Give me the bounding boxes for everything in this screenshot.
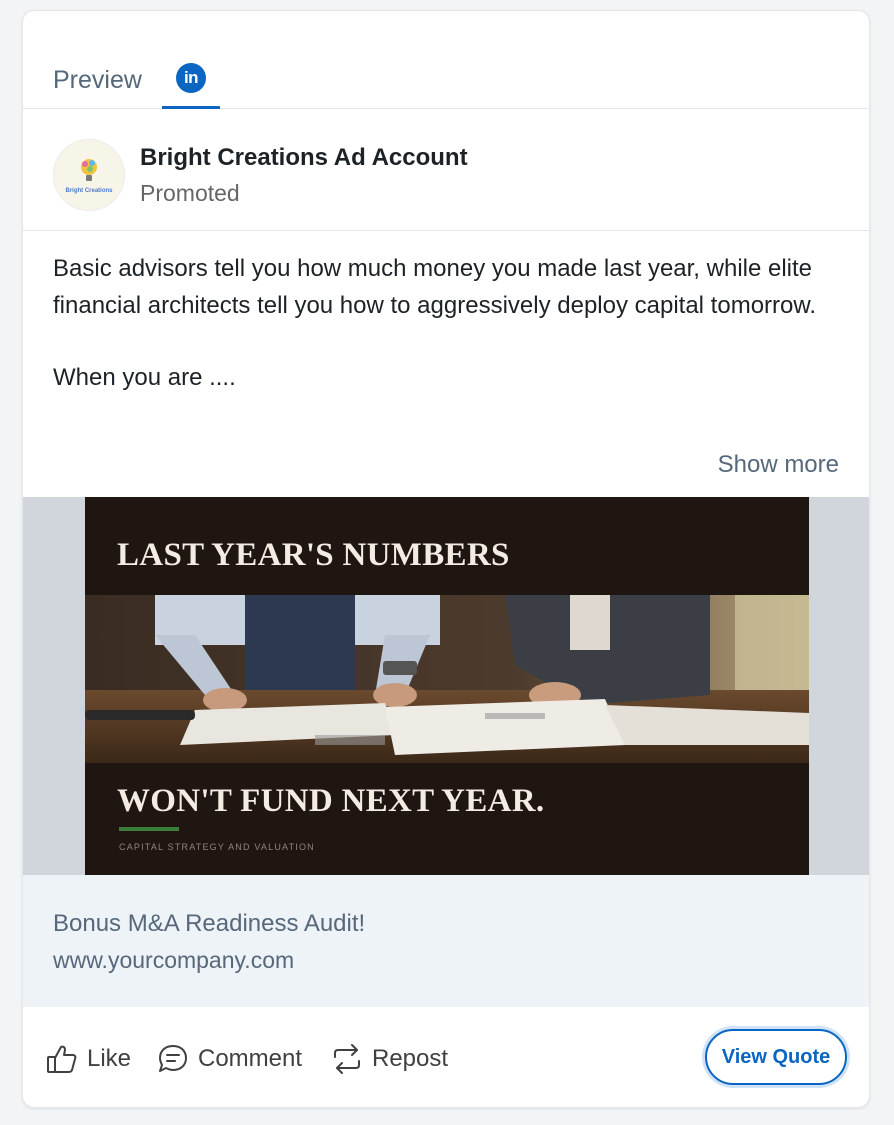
linkedin-icon: in bbox=[176, 63, 206, 93]
ad-creative-image[interactable]: LAST YEAR'S NUMBERS WON'T FUND NEXT YEAR… bbox=[85, 497, 809, 875]
tab-linkedin[interactable]: in bbox=[162, 51, 220, 109]
creative-subcaption: CAPITAL STRATEGY AND VALUATION bbox=[119, 842, 315, 852]
like-button[interactable]: Like bbox=[45, 1039, 131, 1079]
like-icon bbox=[47, 1045, 77, 1073]
post-text: Basic advisors tell you how much money y… bbox=[53, 251, 853, 397]
link-preview[interactable]: Bonus M&A Readiness Audit! www.yourcompa… bbox=[23, 875, 869, 1007]
account-name[interactable]: Bright Creations Ad Account bbox=[140, 144, 468, 172]
accent-rule bbox=[119, 827, 179, 831]
repost-button[interactable]: Repost bbox=[330, 1039, 448, 1079]
creative-headline-top: LAST YEAR'S NUMBERS bbox=[117, 537, 510, 573]
show-more-link[interactable]: Show more bbox=[718, 451, 839, 479]
post-text-paragraph: Basic advisors tell you how much money y… bbox=[53, 255, 817, 319]
like-label: Like bbox=[87, 1045, 132, 1072]
meeting-photo bbox=[85, 595, 809, 763]
action-bar: Like Comment Repost View Quote bbox=[23, 1007, 869, 1107]
avatar[interactable]: Bright Creations bbox=[53, 139, 125, 211]
preview-tabs: Preview in bbox=[23, 11, 869, 109]
promoted-label: Promoted bbox=[140, 180, 240, 206]
media-area: LAST YEAR'S NUMBERS WON'T FUND NEXT YEAR… bbox=[23, 497, 869, 875]
lightbulb-logo bbox=[81, 159, 97, 181]
link-title: Bonus M&A Readiness Audit! bbox=[53, 910, 366, 937]
link-url: www.yourcompany.com bbox=[53, 947, 295, 973]
repost-icon bbox=[334, 1044, 360, 1074]
creative-headline-bottom: WON'T FUND NEXT YEAR. bbox=[117, 783, 545, 819]
tab-preview[interactable]: Preview bbox=[53, 66, 142, 95]
post-header: Bright Creations Bright Creations Ad Acc… bbox=[23, 109, 869, 231]
logo-text: Bright Creations bbox=[65, 188, 113, 194]
comment-label: Comment bbox=[198, 1045, 303, 1072]
comment-icon bbox=[159, 1045, 187, 1072]
comment-button[interactable]: Comment bbox=[156, 1039, 302, 1079]
post-text-paragraph: When you are .... bbox=[53, 364, 236, 391]
repost-label: Repost bbox=[372, 1045, 449, 1072]
view-quote-button[interactable]: View Quote bbox=[705, 1029, 847, 1085]
ad-preview-card: Preview in Bright Creations Bright Creat… bbox=[22, 10, 870, 1108]
